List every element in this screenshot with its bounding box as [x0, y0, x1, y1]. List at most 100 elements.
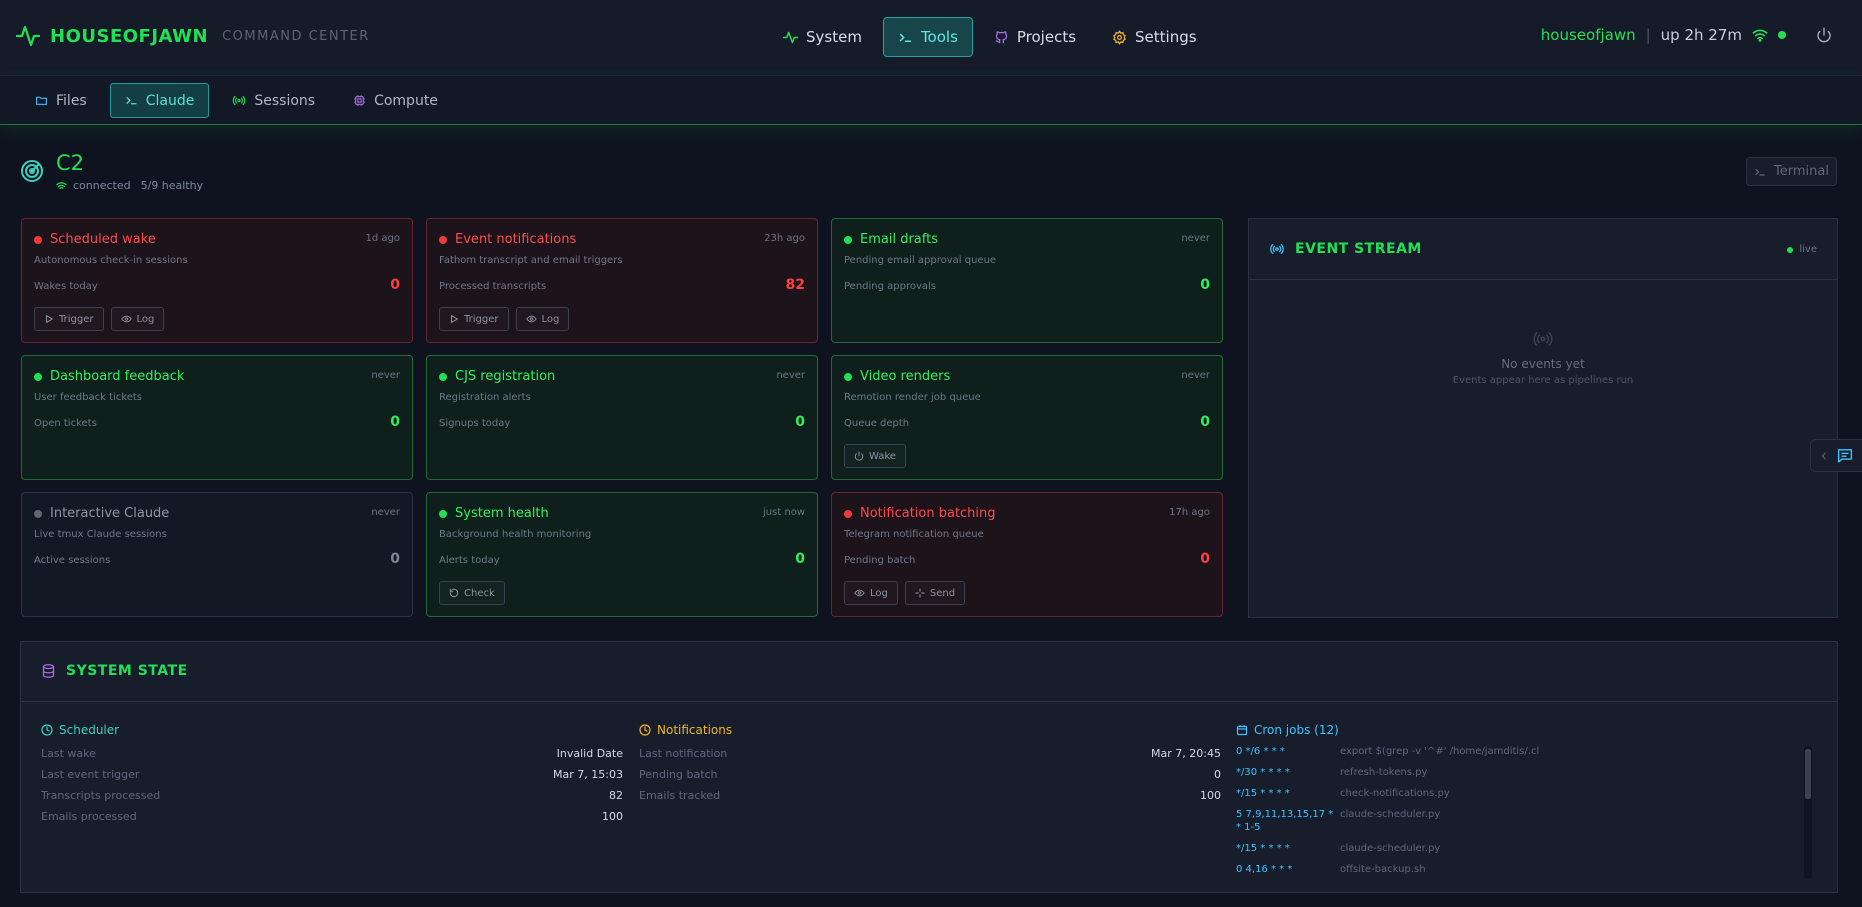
- uptime: up 2h 27m: [1660, 26, 1742, 44]
- notifications-title: Notifications: [639, 723, 1221, 737]
- cron-list[interactable]: 0 */6 * * * export $(grep -v '^#' /home/j…: [1236, 745, 1796, 878]
- metric-label: Processed transcripts: [439, 281, 547, 292]
- tab-compute[interactable]: Compute: [338, 83, 453, 118]
- scrollbar-thumb[interactable]: [1805, 749, 1811, 799]
- pipeline-card-dashboard-feedback[interactable]: Dashboard feedback never User feedback t…: [21, 355, 413, 480]
- terminal-button[interactable]: Terminal: [1746, 157, 1837, 186]
- scheduler-section: Scheduler Last wake Invalid Date Last eve…: [41, 723, 623, 827]
- card-title: Email drafts: [860, 232, 938, 247]
- metric-label: Pending batch: [844, 555, 916, 566]
- pipeline-card-video-renders[interactable]: Video renders never Remotion render job …: [831, 355, 1223, 480]
- card-actions: Check: [439, 581, 505, 605]
- clock-icon: [41, 724, 53, 736]
- last-run: 1d ago: [365, 233, 400, 244]
- state-value: 0: [1214, 768, 1221, 781]
- power-icon[interactable]: [1816, 27, 1832, 43]
- nav-settings[interactable]: Settings: [1097, 17, 1212, 57]
- cron-command: check-notifications.py: [1340, 788, 1450, 799]
- state-key: Transcripts processed: [41, 789, 161, 802]
- empty-state: No events yet Events appear here as pipe…: [1249, 329, 1837, 386]
- health-count: 5/9 healthy: [140, 179, 204, 192]
- card-description: Telegram notification queue: [844, 529, 984, 540]
- metric-label: Open tickets: [34, 418, 97, 429]
- metric-value: 0: [1200, 414, 1210, 430]
- trigger-button[interactable]: Trigger: [439, 307, 509, 331]
- eye-icon: [854, 588, 865, 598]
- metric-value: 0: [390, 551, 400, 567]
- last-run: 23h ago: [764, 233, 805, 244]
- online-indicator: [1778, 31, 1786, 39]
- status-dot: [439, 509, 447, 518]
- pipeline-card-cjs-registration[interactable]: CJS registration never Registration aler…: [426, 355, 818, 480]
- card-name: Scheduled wake: [34, 232, 156, 247]
- nav-tools-label: Tools: [920, 28, 958, 46]
- github-icon: [994, 30, 1009, 45]
- cron-section: Cron jobs (12) 0 */6 * * * export $(grep …: [1236, 723, 1814, 878]
- send-label: Send: [929, 587, 956, 599]
- tab-files[interactable]: Files: [20, 83, 102, 118]
- tab-claude-label: Claude: [145, 92, 195, 109]
- cron-row: */15 * * * * claude-scheduler.py: [1236, 842, 1796, 855]
- folder-icon: [35, 94, 48, 107]
- trigger-button[interactable]: Trigger: [34, 307, 104, 331]
- last-run: never: [1181, 233, 1210, 244]
- state-row: Last wake Invalid Date: [41, 743, 623, 764]
- cron-command: offsite-backup.sh: [1340, 864, 1426, 875]
- send-button[interactable]: Send: [904, 581, 966, 605]
- status-dot: [844, 372, 852, 381]
- log-button[interactable]: Log: [844, 581, 898, 605]
- pipeline-card-email-drafts[interactable]: Email drafts never Pending email approva…: [831, 218, 1223, 343]
- system-state-panel: SYSTEM STATE Scheduler Last wake Invalid …: [20, 641, 1838, 893]
- check-button[interactable]: Check: [439, 581, 505, 605]
- state-value: Mar 7, 15:03: [553, 768, 623, 781]
- state-key: Last event trigger: [41, 768, 140, 781]
- broadcast-icon: [1269, 242, 1285, 256]
- cron-command: refresh-tokens.py: [1340, 767, 1428, 778]
- pipeline-card-notification-batching[interactable]: Notification batching 17h ago Telegram n…: [831, 492, 1223, 617]
- metric-label: Signups today: [439, 418, 511, 429]
- pipeline-card-system-health[interactable]: System health just now Background health…: [426, 492, 818, 617]
- play-icon: [449, 314, 459, 324]
- card-actions: Trigger Log: [34, 307, 165, 331]
- cron-command: claude-scheduler.py: [1340, 809, 1441, 820]
- cpu-icon: [353, 94, 366, 107]
- empty-subtitle: Events appear here as pipelines run: [1452, 375, 1634, 386]
- page-header: C2 connected 5/9 healthy: [20, 151, 203, 192]
- connection-label: connected: [73, 179, 131, 192]
- scrollbar[interactable]: [1804, 747, 1812, 878]
- terminal-icon: [1754, 166, 1766, 178]
- brand[interactable]: HOUSEOFJAWN COMMAND CENTER: [16, 24, 370, 48]
- nav-system[interactable]: System: [768, 17, 877, 57]
- cron-row: */15 * * * * check-notifications.py: [1236, 787, 1796, 800]
- nav-projects[interactable]: Projects: [979, 17, 1091, 57]
- log-button[interactable]: Log: [515, 307, 570, 331]
- log-button[interactable]: Log: [110, 307, 165, 331]
- tab-claude[interactable]: Claude: [109, 83, 210, 118]
- trigger-label: Trigger: [464, 313, 499, 325]
- wake-button[interactable]: Wake: [844, 444, 906, 468]
- card-title: CJS registration: [455, 369, 556, 384]
- refresh-icon: [449, 588, 459, 598]
- pipeline-card-interactive-claude[interactable]: Interactive Claude never Live tmux Claud…: [21, 492, 413, 617]
- sparkle-icon: [915, 588, 925, 598]
- sub-nav-bar: Files Claude Sessions Compute: [0, 77, 1862, 125]
- notifications-title-text: Notifications: [657, 723, 733, 737]
- log-label: Log: [870, 587, 888, 599]
- state-value: 100: [602, 810, 623, 823]
- card-description: Fathom transcript and email triggers: [439, 255, 623, 266]
- card-description: Remotion render job queue: [844, 392, 981, 403]
- log-label: Log: [136, 313, 155, 325]
- chat-side-tab[interactable]: [1810, 439, 1862, 472]
- username: houseofjawn: [1540, 26, 1636, 44]
- metric-value: 0: [795, 414, 805, 430]
- system-state-header: SYSTEM STATE: [21, 642, 1837, 702]
- broadcast-icon: [1531, 329, 1555, 349]
- log-label: Log: [541, 313, 560, 325]
- tab-sessions[interactable]: Sessions: [217, 83, 330, 118]
- pipeline-card-scheduled-wake[interactable]: Scheduled wake 1d ago Autonomous check-i…: [21, 218, 413, 343]
- nav-tools[interactable]: Tools: [882, 17, 973, 57]
- pipeline-card-event-notifications[interactable]: Event notifications 23h ago Fathom trans…: [426, 218, 818, 343]
- last-run: never: [371, 370, 400, 381]
- state-row: Emails processed 100: [41, 806, 623, 827]
- state-value: Mar 7, 20:45: [1151, 747, 1221, 760]
